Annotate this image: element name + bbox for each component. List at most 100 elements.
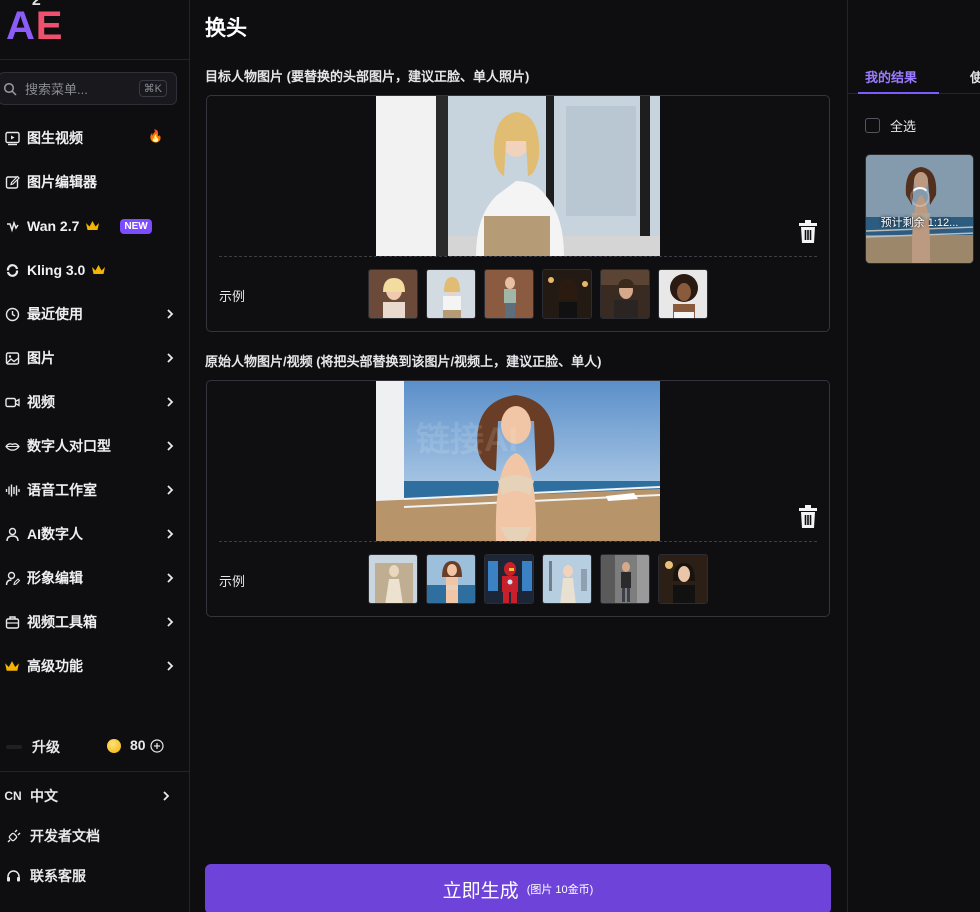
sidebar-item-label: Wan 2.7 <box>27 218 80 234</box>
chevron-right-icon <box>165 482 175 498</box>
fire-icon: 🔥 <box>148 129 163 143</box>
sidebar-item-image-to-video[interactable]: 图生视频 🔥 <box>0 116 189 160</box>
target-image-label: 目标人物图片 (要替换的头部图片，建议正脸、单人照片) <box>205 69 530 84</box>
upgrade-indicator <box>6 745 22 749</box>
chevron-right-icon <box>165 350 175 366</box>
example-thumbnail[interactable] <box>600 554 650 604</box>
example-thumbnail[interactable] <box>542 554 592 604</box>
search-placeholder: 搜索菜单... <box>25 82 88 97</box>
sidebar-item-advanced[interactable]: 高级功能 <box>0 644 189 688</box>
person-icon <box>4 526 20 542</box>
add-credits-icon[interactable] <box>150 739 164 753</box>
example-thumbnail[interactable] <box>484 269 534 319</box>
source-image-preview[interactable]: 链接AI <box>376 381 660 541</box>
search-icon <box>3 82 17 96</box>
coin-icon <box>107 739 121 753</box>
upgrade-button[interactable]: 升级 <box>32 737 60 757</box>
sidebar-item-label: 高级功能 <box>27 658 83 674</box>
select-all-label: 全选 <box>890 119 917 134</box>
source-examples <box>368 554 708 604</box>
sidebar: A2E 搜索菜单... ⌘K 图生视频 🔥 图片编辑器 Wan 2.7 NEW … <box>0 0 190 912</box>
sidebar-item-video[interactable]: 视频 <box>0 380 189 424</box>
divider <box>219 256 817 257</box>
new-badge: NEW <box>120 218 152 234</box>
example-thumbnail[interactable] <box>600 269 650 319</box>
logo-sup: 2 <box>31 0 41 9</box>
delete-target-image-icon[interactable] <box>797 220 819 244</box>
example-thumbnail[interactable] <box>658 554 708 604</box>
tab-my-results[interactable]: 我的结果 <box>865 67 917 86</box>
example-thumbnail[interactable] <box>542 269 592 319</box>
sidebar-item-label: 数字人对口型 <box>27 438 111 454</box>
example-thumbnail[interactable] <box>484 554 534 604</box>
sidebar-item-label: 视频工具箱 <box>27 614 97 630</box>
chevron-right-icon <box>161 788 171 804</box>
sidebar-item-recent[interactable]: 最近使用 <box>0 292 189 336</box>
credits-bar: 升级 80 <box>0 725 189 769</box>
generate-button[interactable]: 立即生成 (图片 10金币) <box>205 864 831 912</box>
target-examples <box>368 269 708 319</box>
sidebar-item-video-toolbox[interactable]: 视频工具箱 <box>0 600 189 644</box>
example-thumbnail[interactable] <box>368 269 418 319</box>
svg-text:链接AI: 链接AI <box>416 421 518 459</box>
sidebar-item-label: 图片编辑器 <box>27 174 97 190</box>
target-image-preview[interactable] <box>376 96 660 256</box>
crown-icon <box>4 658 20 674</box>
sidebar-item-wan[interactable]: Wan 2.7 NEW <box>0 204 189 248</box>
chevron-right-icon <box>165 526 175 542</box>
example-thumbnail[interactable] <box>658 269 708 319</box>
example-thumbnail[interactable] <box>426 554 476 604</box>
chevron-right-icon <box>165 614 175 630</box>
person-edit-icon <box>4 570 20 586</box>
tab-other[interactable]: 使 <box>970 67 980 86</box>
sidebar-item-label: AI数字人 <box>27 526 83 542</box>
language-code: CN <box>4 789 22 803</box>
checkbox-icon[interactable] <box>865 118 880 133</box>
divider <box>0 59 189 60</box>
chevron-right-icon <box>165 570 175 586</box>
search-input[interactable]: 搜索菜单... ⌘K <box>0 72 177 105</box>
language-selector[interactable]: CN 中文 <box>0 776 189 816</box>
logo[interactable]: A2E <box>6 0 63 49</box>
sidebar-menu: 图生视频 🔥 图片编辑器 Wan 2.7 NEW Kling 3.0 最近使用 <box>0 116 189 688</box>
source-media-panel[interactable]: 链接AI 示例 <box>206 380 830 617</box>
sidebar-item-lipsync[interactable]: 数字人对口型 <box>0 424 189 468</box>
chevron-right-icon <box>165 438 175 454</box>
result-card[interactable]: 预计剩余 1:12... <box>865 154 974 264</box>
delete-source-media-icon[interactable] <box>797 505 819 529</box>
logo-e: E <box>35 4 63 48</box>
support-link[interactable]: 联系客服 <box>0 856 189 896</box>
sidebar-item-image-editor[interactable]: 图片编辑器 <box>0 160 189 204</box>
toolbox-icon <box>4 614 20 630</box>
example-thumbnail[interactable] <box>426 269 476 319</box>
sidebar-item-voice-studio[interactable]: 语音工作室 <box>0 468 189 512</box>
source-media-label: 原始人物图片/视频 (将把头部替换到该图片/视频上，建议正脸、单人) <box>205 354 602 369</box>
image-icon <box>4 350 20 366</box>
active-tab-indicator <box>858 92 939 94</box>
logo-a: A <box>6 4 35 48</box>
sidebar-item-label: 形象编辑 <box>27 570 83 586</box>
sidebar-item-avatar-edit[interactable]: 形象编辑 <box>0 556 189 600</box>
sidebar-item-ai-avatar[interactable]: AI数字人 <box>0 512 189 556</box>
target-image-panel[interactable]: 示例 <box>206 95 830 332</box>
developer-docs-link[interactable]: 开发者文档 <box>0 816 189 856</box>
wan-icon <box>4 218 20 234</box>
headset-icon <box>4 869 22 884</box>
select-all-checkbox[interactable]: 全选 <box>865 116 916 135</box>
waveform-icon <box>4 482 20 498</box>
shortcut-hint: ⌘K <box>138 80 167 97</box>
sidebar-item-kling[interactable]: Kling 3.0 <box>0 248 189 292</box>
video-icon <box>4 394 20 410</box>
chevron-right-icon <box>165 658 175 674</box>
sidebar-item-label: 最近使用 <box>27 306 83 322</box>
loading-spinner-icon <box>910 187 930 207</box>
sidebar-item-image[interactable]: 图片 <box>0 336 189 380</box>
app: A2E 搜索菜单... ⌘K 图生视频 🔥 图片编辑器 Wan 2.7 NEW … <box>0 0 980 912</box>
example-thumbnail[interactable] <box>368 554 418 604</box>
sidebar-item-label: 图生视频 <box>27 130 83 146</box>
lips-icon <box>4 438 20 454</box>
crown-icon <box>85 220 100 232</box>
page-title: 换头 <box>205 17 247 40</box>
sidebar-item-label: 图片 <box>27 350 55 366</box>
divider <box>0 771 189 772</box>
